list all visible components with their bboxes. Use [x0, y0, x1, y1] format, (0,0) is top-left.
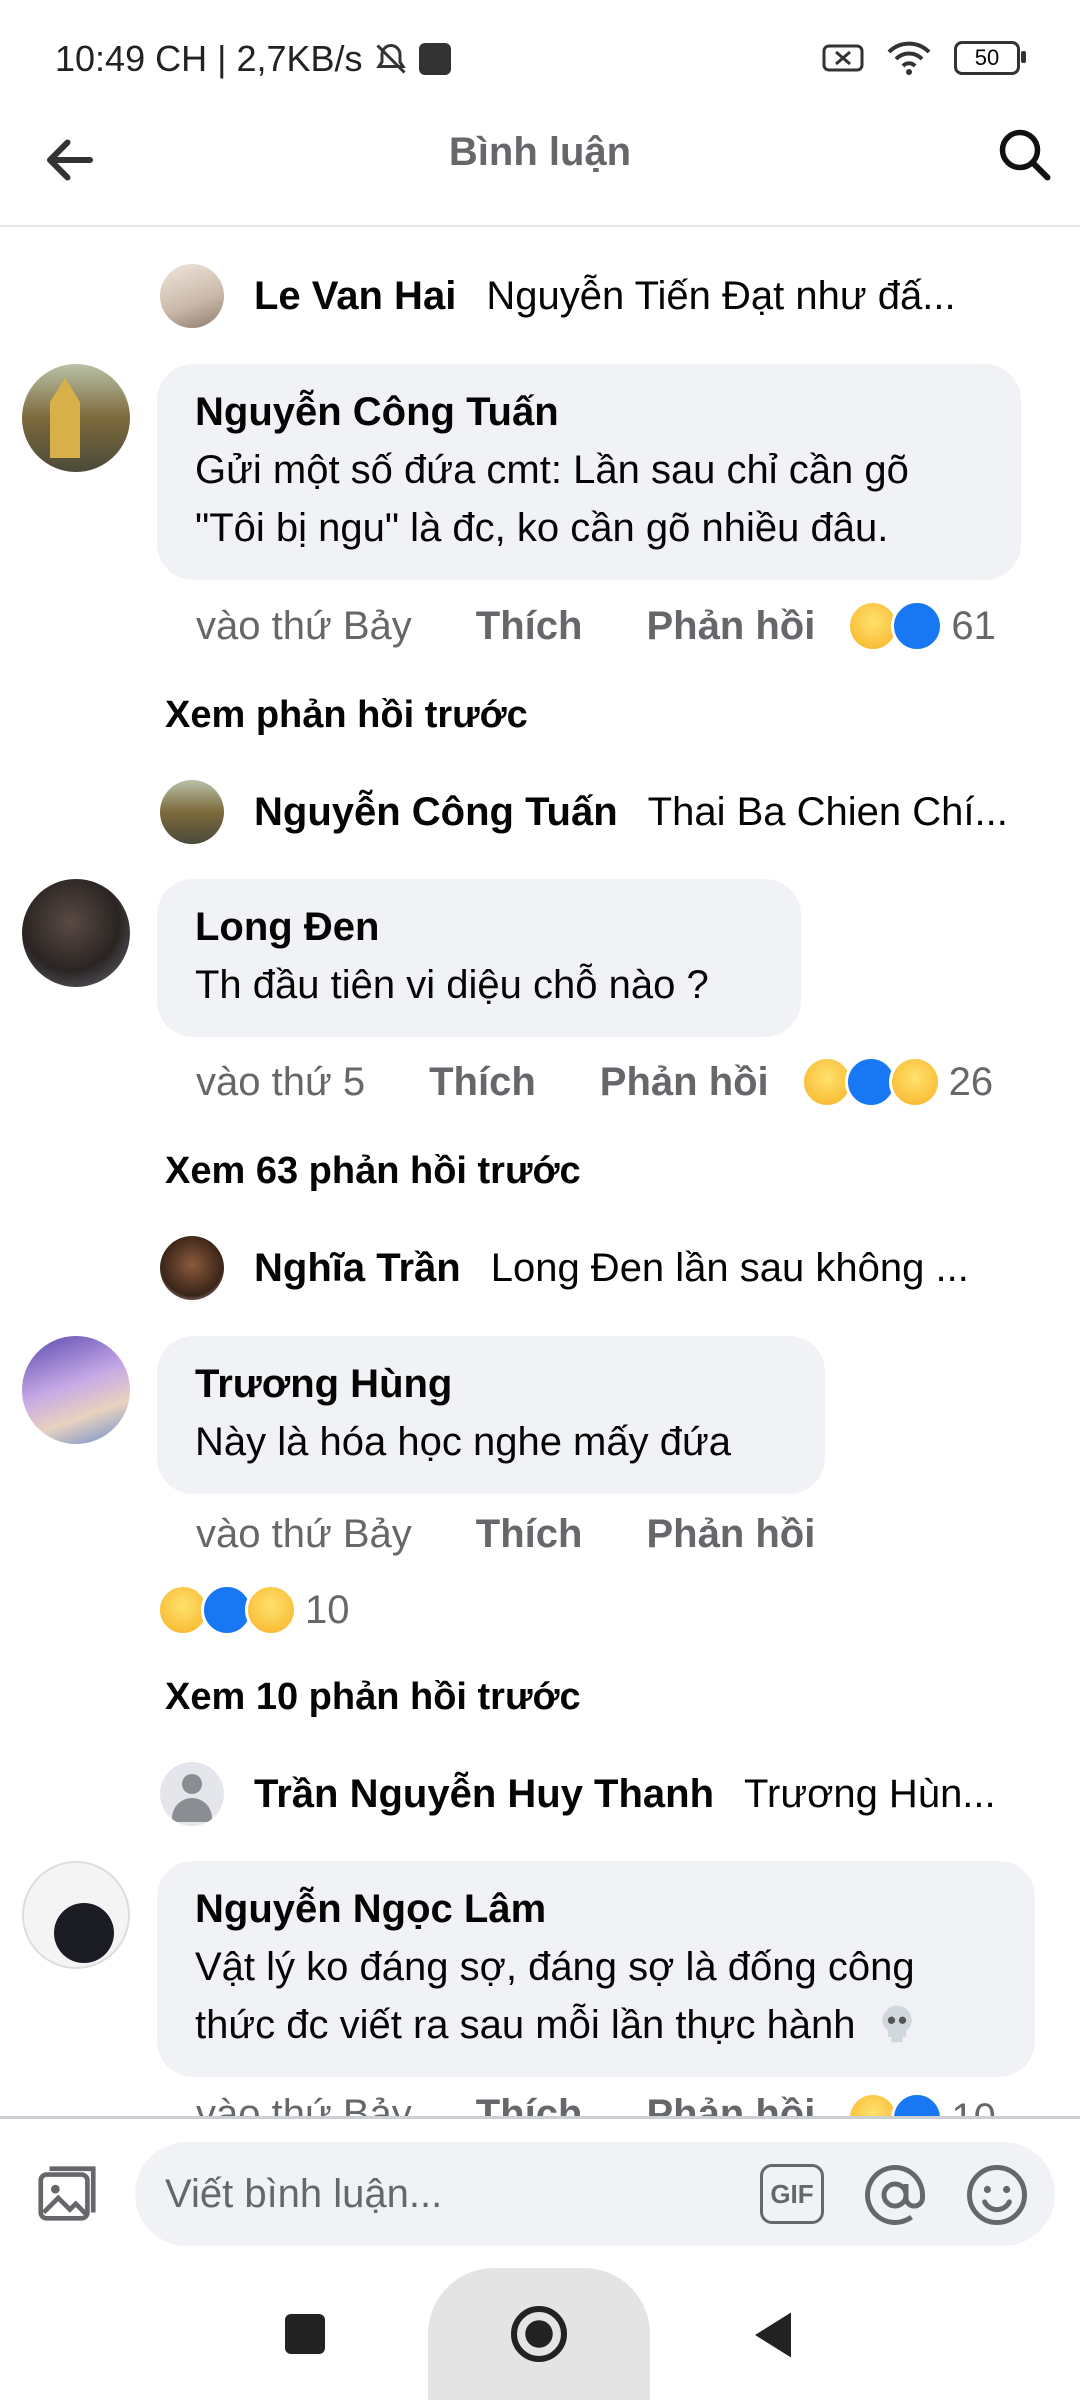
reply-button[interactable]: Phản hồi: [646, 2092, 815, 2116]
comment-time: vào thứ 5: [196, 1059, 366, 1104]
like-button[interactable]: Thích: [476, 1512, 583, 1557]
reply-preview[interactable]: Nghĩa Trần Long Đen lần sau không ...: [160, 1236, 969, 1300]
sad-icon: [245, 1584, 297, 1636]
reply-text: Thai Ba Chien Chí...: [647, 789, 1008, 834]
status-right: 50: [822, 40, 1026, 76]
home-button[interactable]: [428, 2268, 650, 2400]
avatar: [160, 264, 224, 328]
reactions[interactable]: 26: [800, 1056, 994, 1108]
avatar: [160, 780, 224, 844]
emoji-button[interactable]: [964, 2162, 1034, 2232]
reply-text: Trương Hùn...: [744, 1771, 996, 1816]
page-title: Bình luận: [448, 130, 632, 174]
like-icon: [891, 2092, 944, 2116]
sim-off-icon: [822, 44, 864, 72]
comment-text-line: Vật lý ko đáng sợ, đáng sợ là đống công: [195, 1945, 915, 1989]
reply-preview[interactable]: Trần Nguyễn Huy Thanh Trương Hùn...: [160, 1762, 996, 1826]
gif-label: GIF: [770, 2178, 814, 2209]
notification-square-icon: [418, 43, 451, 75]
comment-text-line: "Tôi bị ngu" là đc, ko cần gõ nhiều đâu.: [195, 506, 889, 550]
comment-time: vào thứ Bảy: [196, 2092, 412, 2116]
avatar[interactable]: [22, 1861, 130, 1969]
back-triangle-icon: [755, 2312, 791, 2358]
status-left: 10:49 CH | 2,7KB/s: [55, 38, 451, 80]
reply-author[interactable]: Nghĩa Trần: [254, 1246, 461, 1291]
back-nav-button[interactable]: [750, 2308, 800, 2362]
like-button[interactable]: Thích: [476, 604, 583, 649]
at-sign-icon: [865, 2165, 925, 2225]
reply-text: Nguyễn Tiến Đạt như đấ...: [486, 273, 956, 318]
status-time-speed: 10:49 CH | 2,7KB/s: [55, 38, 363, 79]
battery-icon: 50: [954, 41, 1026, 75]
comment-text-line: thức đc viết ra sau mỗi lần thực hành: [195, 2003, 856, 2047]
reactions[interactable]: 10: [157, 1584, 350, 1636]
avatar[interactable]: [22, 364, 130, 472]
home-circle-icon: [511, 2306, 567, 2362]
avatar[interactable]: [22, 879, 130, 987]
like-icon: [891, 600, 944, 652]
avatar[interactable]: [22, 1336, 130, 1444]
comment-actions: vào thứ Bảy Thích Phản hồi: [196, 1512, 815, 1557]
reply-preview[interactable]: Le Van Hai Nguyễn Tiến Đạt như đấ...: [160, 264, 956, 328]
battery-level: 50: [974, 45, 1000, 70]
comment-bubble: Trương Hùng Này là hóa học nghe mấy đứa: [157, 1336, 825, 1494]
comment-text-line: Này là hóa học nghe mấy đứa: [195, 1420, 731, 1464]
comment-bubble: Nguyễn Ngọc Lâm Vật lý ko đáng sợ, đáng …: [157, 1861, 1035, 2077]
see-previous-replies[interactable]: Xem 63 phản hồi trước: [165, 1150, 581, 1193]
wifi-icon: [887, 41, 931, 75]
reply-button[interactable]: Phản hồi: [600, 1060, 769, 1105]
photo-button[interactable]: [32, 2160, 104, 2232]
see-previous-replies[interactable]: Xem phản hồi trước: [165, 694, 528, 737]
photo-icon: [38, 2166, 96, 2221]
reply-author[interactable]: Nguyễn Công Tuấn: [254, 790, 618, 835]
comment-time: vào thứ Bảy: [196, 603, 412, 648]
gif-button[interactable]: GIF: [760, 2164, 824, 2224]
reaction-count: 10: [951, 2096, 996, 2117]
comment-actions: vào thứ Bảy Thích Phản hồi 61: [196, 600, 996, 652]
comment-input-placeholder: Viết bình luận...: [165, 2172, 443, 2216]
default-avatar-icon: [160, 1762, 224, 1826]
reaction-count: 26: [948, 1059, 994, 1104]
search-icon: [999, 129, 1051, 181]
bell-off-icon: [375, 43, 406, 74]
comment-text-line: Gửi một số đứa cmt: Lần sau chỉ cần gõ: [195, 448, 909, 492]
reaction-count: 10: [305, 1587, 350, 1632]
comment-bubble: Long Đen Th đầu tiên vi diệu chỗ nào ?: [157, 879, 801, 1037]
comment-author[interactable]: Trương Hùng: [195, 1362, 787, 1407]
smiley-icon: [967, 2165, 1027, 2225]
reply-button[interactable]: Phản hồi: [646, 1512, 815, 1557]
comment-time: vào thứ Bảy: [196, 1512, 412, 1556]
reply-text: Long Đen lần sau không ...: [490, 1245, 969, 1290]
mention-button[interactable]: [862, 2162, 932, 2232]
reactions[interactable]: 10: [847, 2092, 996, 2116]
reply-button[interactable]: Phản hồi: [646, 604, 815, 649]
comment-text-line: Th đầu tiên vi diệu chỗ nào ?: [195, 963, 709, 1007]
comment-author[interactable]: Nguyễn Công Tuấn: [195, 390, 983, 435]
recents-button[interactable]: [285, 2314, 325, 2354]
avatar: [160, 1236, 224, 1300]
comment-author[interactable]: Nguyễn Ngọc Lâm: [195, 1887, 997, 1932]
comment-author[interactable]: Long Đen: [195, 905, 763, 950]
see-previous-replies[interactable]: Xem 10 phản hồi trước: [165, 1676, 581, 1719]
reaction-count: 61: [951, 603, 996, 648]
reply-author[interactable]: Le Van Hai: [254, 274, 456, 319]
comment-bubble: Nguyễn Công Tuấn Gửi một số đứa cmt: Lần…: [157, 364, 1021, 580]
skull-emoji-icon: [882, 2005, 912, 2043]
sad-icon: [888, 1056, 941, 1108]
comment-actions: vào thứ Bảy Thích Phản hồi 10: [196, 2092, 996, 2116]
search-button[interactable]: [995, 125, 1065, 195]
like-button[interactable]: Thích: [476, 2092, 583, 2116]
comment-actions: vào thứ 5 Thích Phản hồi 26: [196, 1056, 993, 1108]
like-button[interactable]: Thích: [429, 1060, 536, 1105]
reply-preview[interactable]: Nguyễn Công Tuấn Thai Ba Chien Chí...: [160, 780, 1008, 844]
status-bar: 10:49 CH | 2,7KB/s 50: [0, 0, 1080, 120]
reply-author[interactable]: Trần Nguyễn Huy Thanh: [254, 1772, 714, 1817]
reactions[interactable]: 61: [847, 600, 996, 652]
